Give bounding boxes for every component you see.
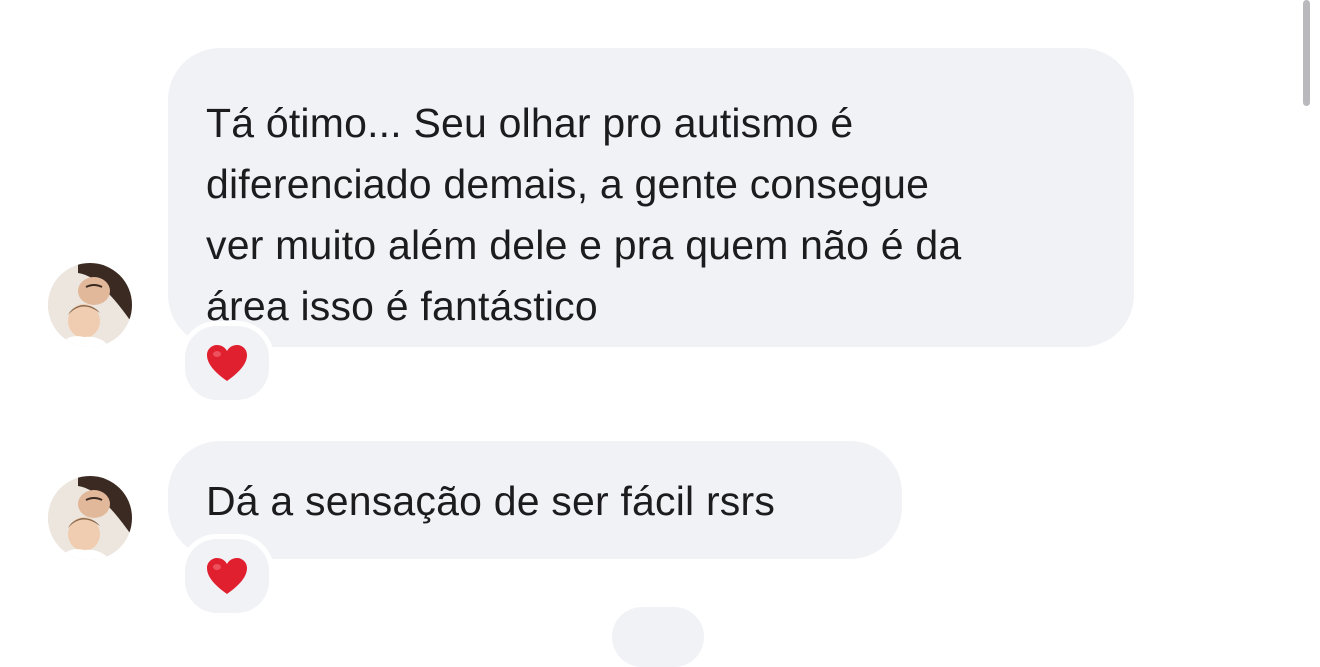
message-text-line: diferenciado demais, a gente consegue <box>206 161 930 207</box>
reaction-badge[interactable] <box>180 321 274 405</box>
message-bubble[interactable]: Tá ótimo... Seu olhar pro autismo é dife… <box>168 48 1134 347</box>
red-heart-icon <box>207 345 247 381</box>
reaction-badge[interactable] <box>180 534 274 618</box>
scrollbar[interactable] <box>1303 0 1310 106</box>
next-message-bubble[interactable] <box>612 607 704 667</box>
message-text-line: ver muito além dele e pra quem não é da <box>206 222 962 268</box>
message-text-line: Tá ótimo... Seu olhar pro autismo é <box>206 100 854 146</box>
sender-avatar[interactable] <box>48 263 132 347</box>
message-text-line: Dá a sensação de ser fácil rsrs <box>206 478 776 524</box>
message-text-line: área isso é fantástico <box>206 283 598 329</box>
sender-avatar[interactable] <box>48 476 132 560</box>
red-heart-icon <box>207 558 247 594</box>
message-bubble[interactable]: Dá a sensação de ser fácil rsrs <box>168 441 902 559</box>
